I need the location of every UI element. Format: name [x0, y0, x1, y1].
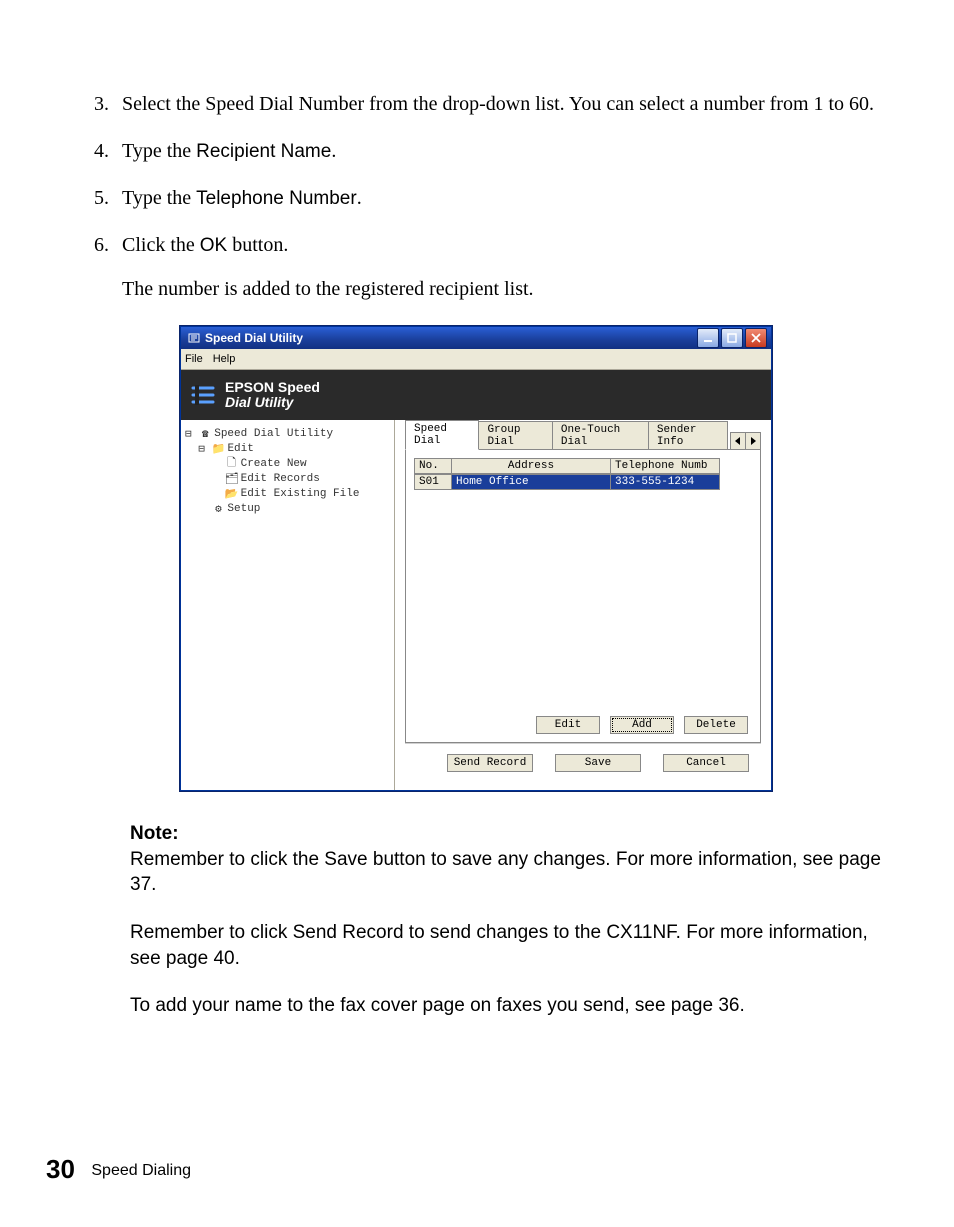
col-address[interactable]: Address: [452, 458, 611, 474]
tree-edit-records[interactable]: 🗂Edit Records: [185, 471, 390, 486]
app-window: Speed Dial Utility File Help EPSON Speed…: [180, 326, 772, 791]
tree-pane: ⊟ ☎Speed Dial Utility ⊟ 📁Edit 🗋Create Ne…: [181, 420, 395, 790]
note-p2-a: Remember to click: [130, 922, 293, 943]
note-p1-b: Save: [324, 849, 367, 870]
tab-group-dial[interactable]: Group Dial: [478, 421, 552, 450]
tab-content: No. Address Telephone Numb S01 Home Offi…: [405, 449, 761, 743]
add-button[interactable]: Add: [610, 716, 674, 734]
step-3: Select the Speed Dial Number from the dr…: [114, 90, 884, 119]
save-button[interactable]: Save: [555, 754, 641, 772]
step-6: Click the OK button.: [114, 231, 884, 260]
tree-edit[interactable]: ⊟ 📁Edit: [185, 441, 390, 456]
tree-setup[interactable]: ⚙Setup: [185, 501, 390, 516]
instruction-list: Select the Speed Dial Number from the dr…: [70, 90, 884, 260]
document-page: Select the Speed Dial Number from the dr…: [0, 0, 954, 1227]
window-title: Speed Dial Utility: [205, 331, 697, 345]
window-body: ⊟ ☎Speed Dial Utility ⊟ 📁Edit 🗋Create Ne…: [181, 420, 771, 790]
cancel-button[interactable]: Cancel: [663, 754, 749, 772]
col-telephone[interactable]: Telephone Numb: [611, 458, 720, 474]
step-4: Type the Recipient Name.: [114, 137, 884, 166]
page-footer: 30 Speed Dialing: [46, 1154, 191, 1185]
grid-header: No. Address Telephone Numb: [414, 458, 720, 474]
tabs-row: Speed Dial Group Dial One-Touch Dial Sen…: [405, 430, 761, 450]
cell-no: S01: [414, 474, 452, 490]
step-4-c: .: [331, 140, 336, 162]
brand-logo-icon: [191, 382, 217, 408]
tab-scroll: [730, 432, 761, 450]
setup-icon: ⚙: [211, 502, 225, 516]
send-record-button[interactable]: Send Record: [447, 754, 533, 772]
step-5-a: Type the: [122, 187, 196, 209]
app-icon: [187, 331, 201, 345]
step-4-a: Type the: [122, 140, 196, 162]
phone-icon: ☎: [198, 427, 212, 441]
tree-create-label: Create New: [241, 458, 307, 470]
tab-scroll-right[interactable]: [746, 432, 761, 450]
window-buttons: [697, 328, 767, 348]
folder-icon: 📁: [211, 442, 225, 456]
tree-edit-label: Edit: [227, 443, 253, 455]
step-5: Type the Telephone Number.: [114, 184, 884, 213]
menu-help[interactable]: Help: [213, 353, 236, 365]
step-5-c: .: [357, 187, 362, 209]
file-icon: 🗋: [225, 454, 239, 473]
step-6-c: button.: [227, 234, 288, 256]
close-button[interactable]: [745, 328, 767, 348]
brand-banner: EPSON Speed Dial Utility: [181, 370, 771, 420]
records-icon: 🗂: [225, 472, 239, 486]
step-6-term: OK: [200, 235, 227, 256]
tree-create-new[interactable]: 🗋Create New: [185, 456, 390, 471]
note-p3: To add your name to the fax cover page o…: [130, 993, 884, 1019]
maximize-button[interactable]: [721, 328, 743, 348]
note-p2-b: Send Record: [293, 922, 404, 943]
tree-existing-label: Edit Existing File: [241, 488, 360, 500]
minimize-button[interactable]: [697, 328, 719, 348]
menu-file[interactable]: File: [185, 353, 203, 365]
brand-line2: Dial Utility: [225, 394, 293, 410]
open-icon: 📂: [225, 487, 239, 501]
tree-records-label: Edit Records: [241, 473, 320, 485]
bottom-buttons: Send Record Save Cancel: [405, 743, 761, 782]
step-3-text: Select the Speed Dial Number from the dr…: [122, 93, 874, 115]
brand-text: EPSON Speed Dial Utility: [225, 380, 320, 409]
menubar: File Help: [181, 349, 771, 370]
tab-one-touch[interactable]: One-Touch Dial: [552, 421, 649, 450]
brand-line1: EPSON Speed: [225, 379, 320, 395]
step-4-term: Recipient Name: [196, 141, 331, 162]
delete-button[interactable]: Delete: [684, 716, 748, 734]
cell-address: Home Office: [452, 474, 611, 490]
tree-edit-existing[interactable]: 📂Edit Existing File: [185, 486, 390, 501]
row-action-buttons: Edit Add Delete: [536, 716, 748, 734]
tree-setup-label: Setup: [227, 503, 260, 515]
tree-root-label: Speed Dial Utility: [214, 428, 333, 440]
cell-telephone: 333-555-1234: [611, 474, 720, 490]
note-block: Note: Remember to click the Save button …: [70, 821, 884, 1019]
tab-speed-dial[interactable]: Speed Dial: [405, 420, 479, 450]
right-pane: Speed Dial Group Dial One-Touch Dial Sen…: [395, 420, 771, 790]
edit-button[interactable]: Edit: [536, 716, 600, 734]
grid-row-1[interactable]: S01 Home Office 333-555-1234: [414, 474, 720, 490]
tab-scroll-left[interactable]: [730, 432, 746, 450]
tab-sender-info[interactable]: Sender Info: [648, 421, 728, 450]
tree-root[interactable]: ⊟ ☎Speed Dial Utility: [185, 426, 390, 441]
page-number: 30: [46, 1154, 75, 1184]
note-p1-a: Remember to click the: [130, 849, 324, 870]
step-5-term: Telephone Number: [196, 188, 357, 209]
section-name: Speed Dialing: [91, 1162, 191, 1179]
result-text: The number is added to the registered re…: [122, 278, 884, 301]
titlebar[interactable]: Speed Dial Utility: [181, 327, 771, 349]
col-no[interactable]: No.: [414, 458, 452, 474]
step-6-a: Click the: [122, 234, 200, 256]
note-heading: Note:: [130, 823, 179, 844]
